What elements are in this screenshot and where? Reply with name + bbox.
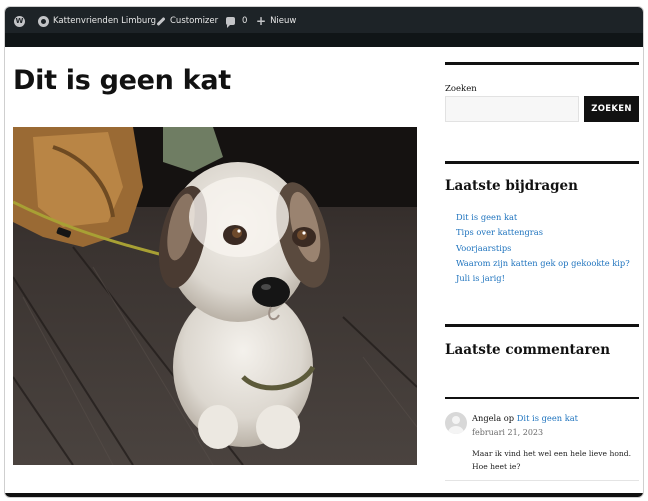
recent-posts-list: Dit is geen kat Tips over kattengras Voo… <box>456 210 630 286</box>
comment-excerpt: Maar ik vind het wel een hele lieve hond… <box>472 449 632 471</box>
comment-on-word: op <box>501 413 517 423</box>
comment-author: Angela <box>472 413 502 423</box>
recent-post-link[interactable]: Voorjaarstips <box>456 241 630 256</box>
post-featured-image <box>13 127 417 465</box>
wordpress-icon <box>14 15 25 27</box>
comments-link[interactable]: 0 <box>226 14 247 28</box>
comment-date: februari 21, 2023 <box>472 428 544 437</box>
footer-edge <box>5 493 643 497</box>
search-input[interactable] <box>445 96 579 122</box>
dog-photo-illustration <box>13 127 417 465</box>
admin-bar: Kattenvrienden Limburg Customizer 0 + Ni… <box>5 7 643 47</box>
recent-post-link[interactable]: Juli is jarig! <box>456 271 630 286</box>
recent-post-link[interactable]: Tips over kattengras <box>456 225 630 240</box>
admin-bar-shadow <box>5 33 643 47</box>
dashboard-icon <box>38 15 49 27</box>
plus-icon: + <box>256 14 267 28</box>
recent-comments-title: Laatste commentaren <box>445 342 611 358</box>
recent-post-link[interactable]: Dit is geen kat <box>456 210 630 225</box>
search-widget-rule <box>445 62 639 65</box>
recent-posts-title: Laatste bijdragen <box>445 178 578 194</box>
wp-logo-menu[interactable] <box>14 14 25 28</box>
search-button[interactable]: ZOEKEN <box>584 96 639 122</box>
new-label: Nieuw <box>270 16 297 26</box>
site-name-menu[interactable]: Kattenvrienden Limburg <box>38 14 156 28</box>
recent-comments-divider <box>445 397 639 399</box>
new-content-menu[interactable]: + Nieuw <box>256 14 296 28</box>
customizer-label: Customizer <box>170 16 219 26</box>
comment-icon <box>226 17 235 28</box>
avatar <box>445 412 467 434</box>
customizer-link[interactable]: Customizer <box>156 14 218 28</box>
browser-viewport: Kattenvrienden Limburg Customizer 0 + Ni… <box>4 6 644 498</box>
recent-comments-widget-rule <box>445 324 639 327</box>
comment-separator <box>445 480 639 481</box>
comment-meta: Angela op Dit is geen kat <box>472 413 578 423</box>
site-name-label: Kattenvrienden Limburg <box>53 16 157 26</box>
recent-posts-widget-rule <box>445 161 639 164</box>
comments-count: 0 <box>242 16 248 26</box>
brush-icon <box>156 16 166 26</box>
post-title: Dit is geen kat <box>13 65 231 96</box>
recent-post-link[interactable]: Waarom zijn katten gek op gekookte kip? <box>456 256 630 271</box>
comment-post-link[interactable]: Dit is geen kat <box>517 413 578 423</box>
search-label: Zoeken <box>445 84 477 94</box>
